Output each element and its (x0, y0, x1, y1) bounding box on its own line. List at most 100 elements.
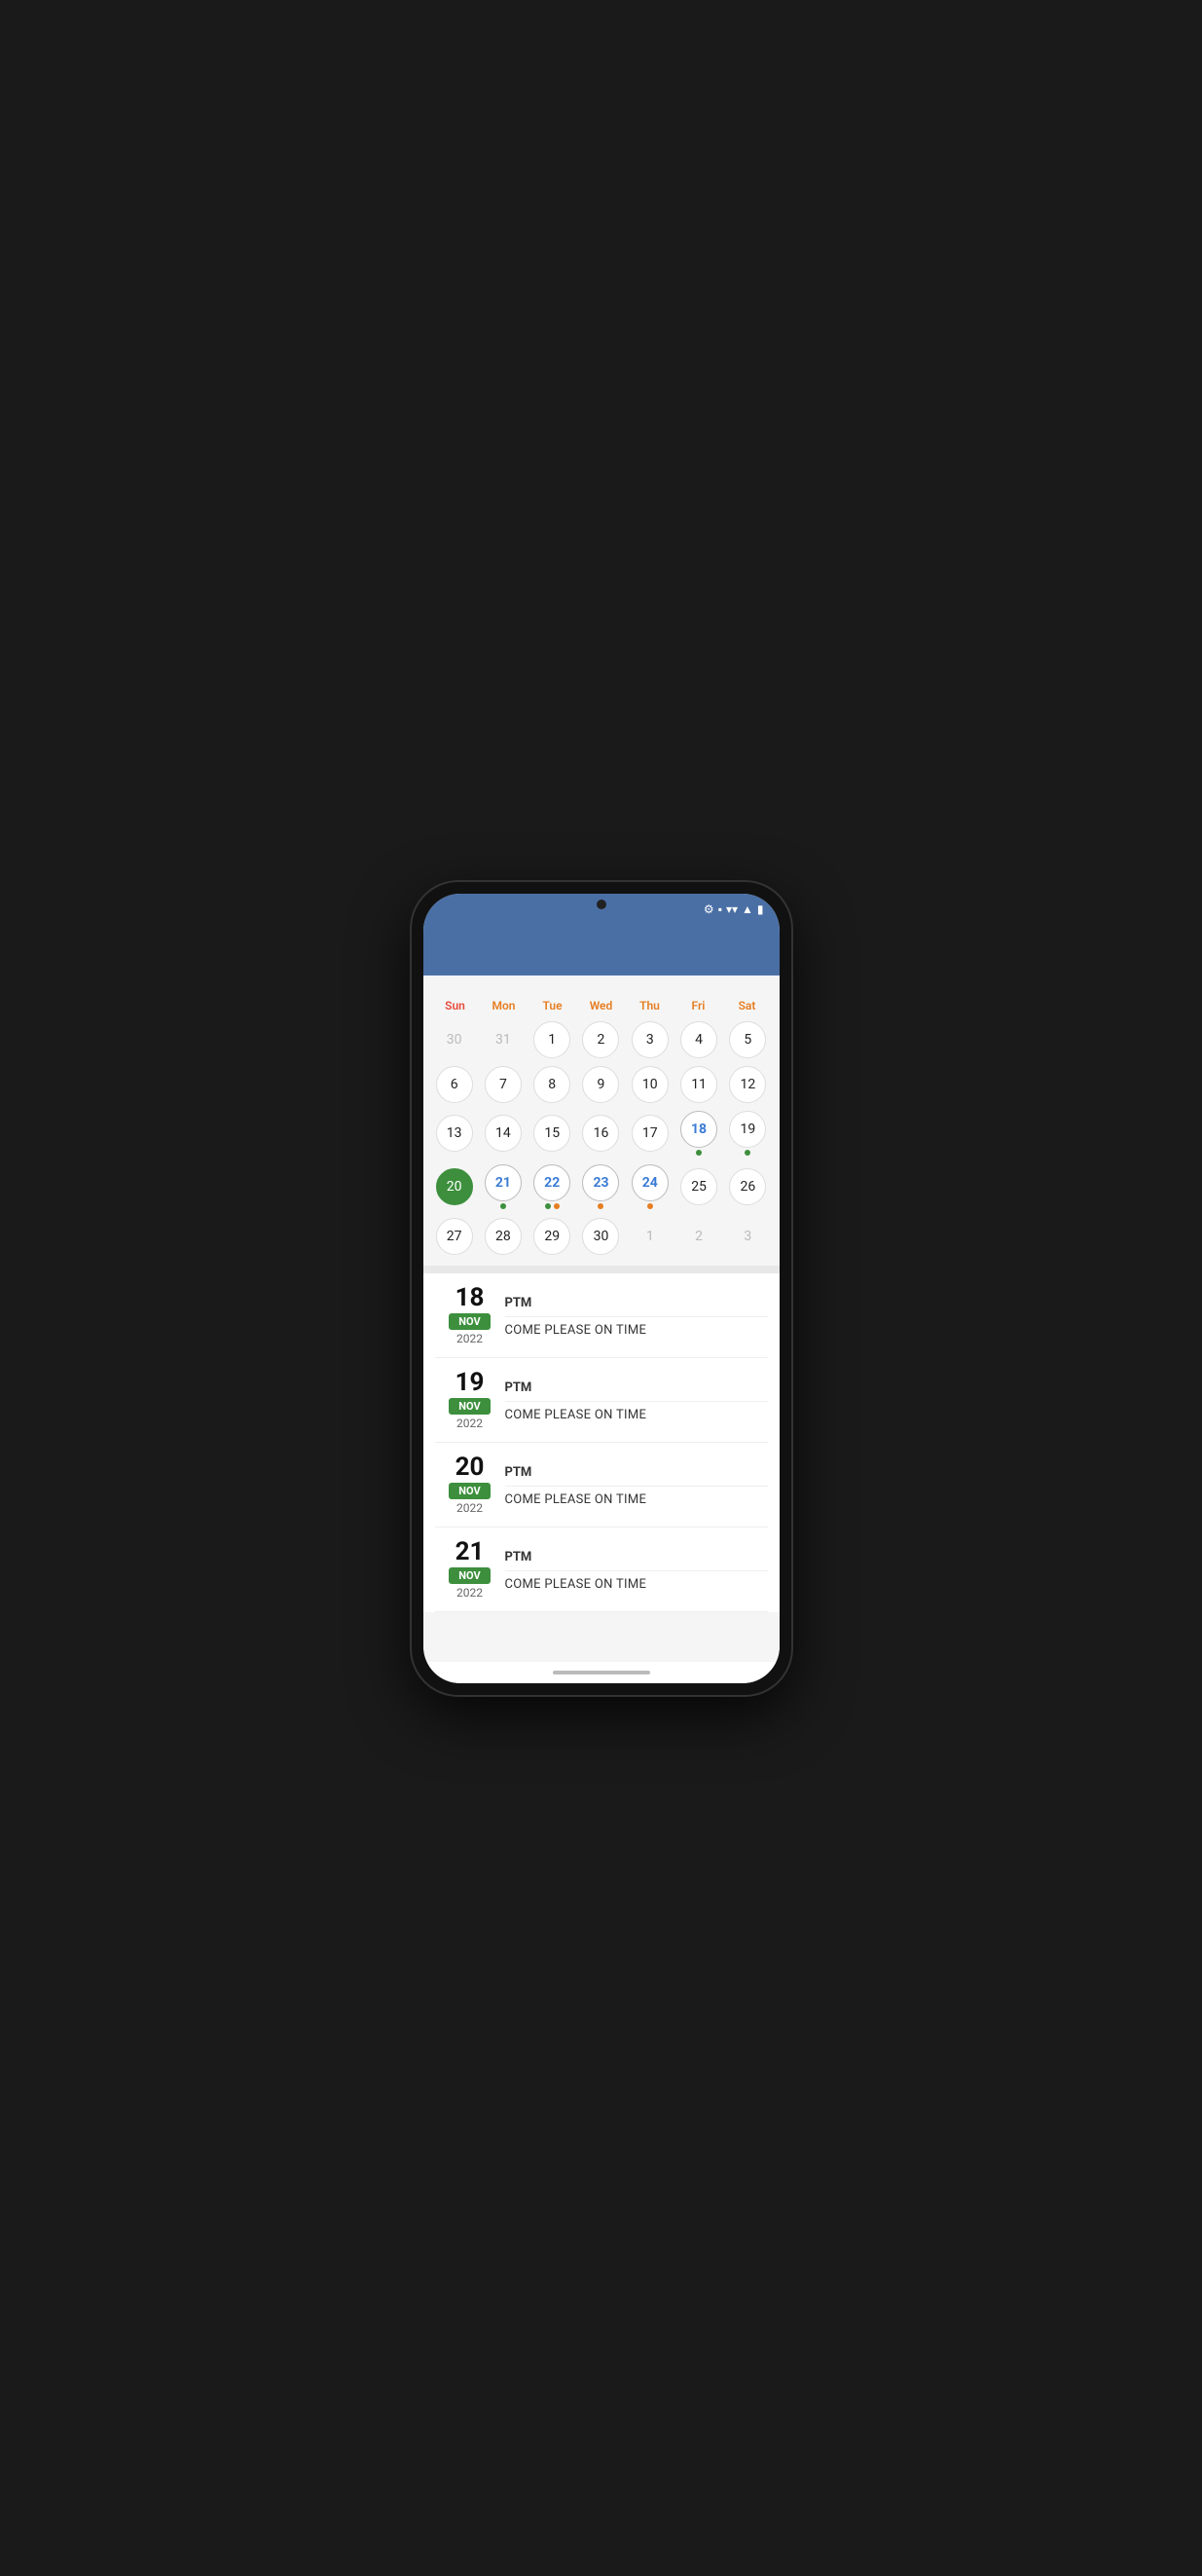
event-card[interactable]: 19 NOV 2022 PTM COME PLEASE ON TIME (435, 1358, 768, 1443)
calendar-day[interactable]: 22 (528, 1161, 575, 1213)
event-dot (554, 1203, 560, 1209)
day-number: 16 (582, 1115, 619, 1152)
event-title: PTM (505, 1465, 532, 1480)
event-dots (545, 1203, 560, 1210)
event-date: 18 NOV 2022 (435, 1285, 505, 1345)
calendar-day[interactable]: 31 (480, 1018, 527, 1061)
event-year: 2022 (456, 1417, 483, 1430)
event-dot (647, 1203, 653, 1209)
calendar-day[interactable]: 20 (431, 1161, 478, 1213)
calendar-day[interactable]: 4 (675, 1018, 722, 1061)
events-list: 18 NOV 2022 PTM COME PLEASE ON TIME 19 N… (423, 1273, 780, 1612)
day-number: 19 (729, 1111, 766, 1148)
event-title-row: PTM (505, 1377, 768, 1402)
day-number: 6 (436, 1066, 473, 1103)
calendar-day[interactable]: 30 (577, 1215, 624, 1258)
day-header-wed: Wed (577, 997, 626, 1014)
day-number: 3 (729, 1218, 766, 1255)
event-date: 20 NOV 2022 (435, 1454, 505, 1515)
event-day-number: 19 (455, 1370, 485, 1395)
event-day-number: 21 (455, 1539, 485, 1564)
phone-frame: ⚙ ▪ ▾▾ ▲ ▮ Sun (412, 882, 791, 1695)
event-dots (745, 1150, 750, 1157)
calendar-day[interactable]: 10 (627, 1063, 674, 1106)
day-number: 25 (680, 1168, 717, 1205)
calendar-day[interactable]: 8 (528, 1063, 575, 1106)
event-card[interactable]: 18 NOV 2022 PTM COME PLEASE ON TIME (435, 1273, 768, 1358)
event-title: PTM (505, 1550, 532, 1564)
main-content: Sun Mon Tue Wed Thu Fri Sat 303112345678… (423, 975, 780, 1662)
day-number: 31 (485, 1021, 522, 1058)
event-title-row: PTM (505, 1461, 768, 1487)
calendar-day[interactable]: 1 (627, 1215, 674, 1258)
day-number: 26 (729, 1168, 766, 1205)
event-description: COME PLEASE ON TIME (505, 1577, 768, 1592)
calendar-header (423, 975, 780, 993)
calendar-day[interactable]: 2 (577, 1018, 624, 1061)
calendar-day[interactable]: 28 (480, 1215, 527, 1258)
calendar-day[interactable]: 12 (724, 1063, 771, 1106)
day-number: 4 (680, 1021, 717, 1058)
event-day-number: 18 (455, 1285, 485, 1310)
event-title-row: PTM (505, 1292, 768, 1317)
event-card[interactable]: 21 NOV 2022 PTM COME PLEASE ON TIME (435, 1527, 768, 1612)
event-month-badge: NOV (449, 1483, 490, 1499)
calendar-day[interactable]: 6 (431, 1063, 478, 1106)
event-content: PTM COME PLEASE ON TIME (505, 1454, 768, 1515)
event-day-number: 20 (455, 1454, 485, 1480)
day-number: 11 (680, 1066, 717, 1103)
day-number: 15 (533, 1115, 570, 1152)
day-number: 28 (485, 1218, 522, 1255)
calendar-day[interactable]: 19 (724, 1108, 771, 1159)
event-year: 2022 (456, 1501, 483, 1515)
calendar-day[interactable]: 27 (431, 1215, 478, 1258)
calendar-day[interactable]: 1 (528, 1018, 575, 1061)
event-card[interactable]: 20 NOV 2022 PTM COME PLEASE ON TIME (435, 1443, 768, 1527)
event-date: 21 NOV 2022 (435, 1539, 505, 1600)
day-number: 1 (632, 1218, 669, 1255)
day-header-sun: Sun (431, 997, 480, 1014)
event-content: PTM COME PLEASE ON TIME (505, 1539, 768, 1600)
calendar-day[interactable]: 29 (528, 1215, 575, 1258)
calendar-day[interactable]: 2 (675, 1215, 722, 1258)
day-number: 22 (533, 1164, 570, 1201)
screen-icon: ▪ (718, 902, 722, 916)
day-number: 2 (582, 1021, 619, 1058)
calendar-day[interactable]: 13 (431, 1108, 478, 1159)
event-description: COME PLEASE ON TIME (505, 1408, 768, 1422)
day-header-fri: Fri (674, 997, 723, 1014)
event-date: 19 NOV 2022 (435, 1370, 505, 1430)
day-number: 5 (729, 1021, 766, 1058)
calendar-day[interactable]: 9 (577, 1063, 624, 1106)
day-header-tue: Tue (528, 997, 577, 1014)
calendar-day[interactable]: 3 (627, 1018, 674, 1061)
calendar-day[interactable]: 17 (627, 1108, 674, 1159)
calendar-day[interactable]: 26 (724, 1161, 771, 1213)
calendar-day[interactable]: 16 (577, 1108, 624, 1159)
calendar-day[interactable]: 7 (480, 1063, 527, 1106)
event-month-badge: NOV (449, 1313, 490, 1330)
calendar-day[interactable]: 30 (431, 1018, 478, 1061)
calendar-day[interactable]: 5 (724, 1018, 771, 1061)
calendar-day[interactable]: 11 (675, 1063, 722, 1106)
calendar-day[interactable]: 24 (627, 1161, 674, 1213)
calendar-day[interactable]: 18 (675, 1108, 722, 1159)
calendar-day[interactable]: 21 (480, 1161, 527, 1213)
calendar-day[interactable]: 23 (577, 1161, 624, 1213)
event-dots (696, 1150, 702, 1157)
calendar-day[interactable]: 3 (724, 1215, 771, 1258)
calendar-day[interactable]: 14 (480, 1108, 527, 1159)
day-number: 12 (729, 1066, 766, 1103)
day-number: 24 (632, 1164, 669, 1201)
calendar-day[interactable]: 15 (528, 1108, 575, 1159)
home-bar (553, 1671, 650, 1674)
event-dot (745, 1150, 750, 1156)
day-header-thu: Thu (626, 997, 674, 1014)
status-icons: ⚙ ▪ ▾▾ ▲ ▮ (704, 902, 764, 916)
signal-icon: ▲ (742, 902, 753, 916)
day-number: 2 (680, 1218, 717, 1255)
day-header-mon: Mon (480, 997, 528, 1014)
day-number: 29 (533, 1218, 570, 1255)
event-dot (500, 1203, 506, 1209)
calendar-day[interactable]: 25 (675, 1161, 722, 1213)
